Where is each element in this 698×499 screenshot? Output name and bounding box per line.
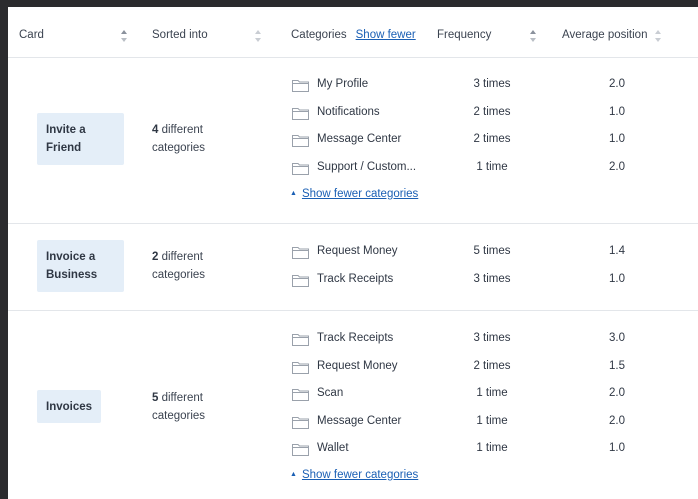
folder-icon (292, 107, 309, 123)
table-row: Track Receipts 3 times 1.0 (8, 272, 698, 290)
category-name: Track Receipts (317, 332, 394, 344)
header-categories: Categories Show fewer (291, 29, 416, 41)
show-fewer-categories-link[interactable]: Show fewer categories (302, 188, 418, 200)
average-position-value: 2.0 (609, 387, 625, 399)
average-position-value: 2.0 (609, 415, 625, 427)
sort-card-icon[interactable] (121, 30, 127, 42)
category-name: Notifications (317, 106, 380, 118)
header-sorted-into[interactable]: Sorted into (152, 29, 208, 41)
card-group-invoices: Invoices 5 different categories Track Re… (8, 311, 698, 499)
average-position-value: 2.0 (609, 78, 625, 90)
frequency-value: 3 times (473, 273, 511, 285)
table-row: Request Money 2 times 1.5 (8, 359, 698, 377)
card-group-invoice-a-business: Invoice a Business 2 different categorie… (8, 224, 698, 311)
average-position-value: 1.0 (609, 106, 625, 118)
folder-icon (292, 134, 309, 150)
sort-frequency-icon[interactable] (530, 30, 536, 42)
table-row: Scan 1 time 2.0 (8, 386, 698, 404)
frequency-value: 2 times (473, 106, 511, 118)
category-name: Track Receipts (317, 273, 394, 285)
average-position-value: 1.0 (609, 133, 625, 145)
frequency-value: 3 times (473, 332, 511, 344)
folder-icon (292, 361, 309, 377)
header-categories-label: Categories (291, 29, 347, 41)
table-row: Notifications 2 times 1.0 (8, 105, 698, 123)
frequency-value: 5 times (473, 245, 511, 257)
folder-icon (292, 443, 309, 459)
card-group-invite-a-friend: Invite a Friend 4 different categories M… (8, 58, 698, 224)
caret-up-icon: ▲ (290, 471, 297, 478)
average-position-value: 3.0 (609, 332, 625, 344)
table-header: Card Sorted into Categories Show fewer F… (8, 7, 698, 58)
table-row: Wallet 1 time 1.0 (8, 441, 698, 459)
category-name: Request Money (317, 360, 398, 372)
table-row: My Profile 3 times 2.0 (8, 77, 698, 95)
card-sort-results-table: Card Sorted into Categories Show fewer F… (8, 7, 698, 499)
table-row: Message Center 1 time 2.0 (8, 414, 698, 432)
folder-icon (292, 79, 309, 95)
header-card[interactable]: Card (19, 29, 44, 41)
show-fewer-categories-toggle[interactable]: ▲ Show fewer categories (290, 469, 418, 481)
category-name: Support / Custom... (317, 161, 417, 173)
average-position-value: 1.5 (609, 360, 625, 372)
sort-sorted-into-icon[interactable] (255, 30, 261, 42)
category-name: Message Center (317, 133, 402, 145)
table-row: Support / Custom... 1 time 2.0 (8, 160, 698, 178)
caret-up-icon: ▲ (290, 190, 297, 197)
frequency-value: 2 times (473, 133, 511, 145)
frequency-value: 1 time (476, 415, 508, 427)
table-row: Track Receipts 3 times 3.0 (8, 331, 698, 349)
folder-icon (292, 388, 309, 404)
frequency-value: 1 time (476, 442, 508, 454)
category-name: Wallet (317, 442, 349, 454)
folder-icon (292, 274, 309, 290)
folder-icon (292, 416, 309, 432)
folder-icon (292, 246, 309, 262)
show-fewer-link[interactable]: Show fewer (356, 29, 416, 41)
header-average-position[interactable]: Average position (562, 29, 647, 41)
frequency-value: 3 times (473, 78, 511, 90)
table-row: Message Center 2 times 1.0 (8, 132, 698, 150)
frequency-value: 2 times (473, 360, 511, 372)
sort-average-position-icon[interactable] (655, 30, 661, 42)
category-name: Message Center (317, 415, 402, 427)
average-position-value: 1.0 (609, 442, 625, 454)
category-name: Scan (317, 387, 344, 399)
show-fewer-categories-link[interactable]: Show fewer categories (302, 469, 418, 481)
average-position-value: 1.0 (609, 273, 625, 285)
average-position-value: 2.0 (609, 161, 625, 173)
header-frequency[interactable]: Frequency (437, 29, 491, 41)
folder-icon (292, 333, 309, 349)
folder-icon (292, 162, 309, 178)
frequency-value: 1 time (476, 161, 508, 173)
category-name: My Profile (317, 78, 369, 90)
table-row: Request Money 5 times 1.4 (8, 244, 698, 262)
category-name: Request Money (317, 245, 398, 257)
average-position-value: 1.4 (609, 245, 625, 257)
show-fewer-categories-toggle[interactable]: ▲ Show fewer categories (290, 188, 418, 200)
frequency-value: 1 time (476, 387, 508, 399)
